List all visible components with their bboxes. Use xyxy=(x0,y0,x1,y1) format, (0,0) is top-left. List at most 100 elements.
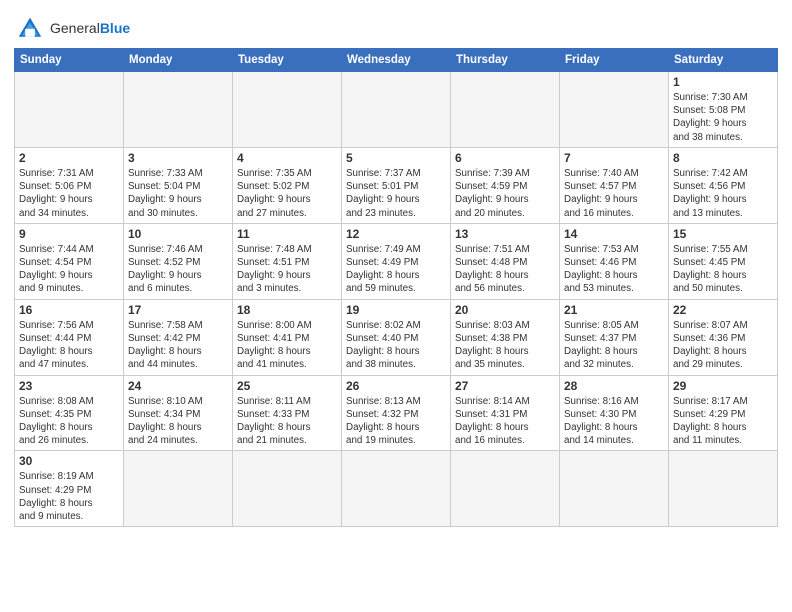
calendar-cell: 19 Sunrise: 8:02 AM Sunset: 4:40 PM Dayli… xyxy=(342,299,451,375)
day-info: Sunrise: 7:46 AM Sunset: 4:52 PM Dayligh… xyxy=(128,243,228,296)
calendar-week-row: 2 Sunrise: 7:31 AM Sunset: 5:06 PM Daylig… xyxy=(15,147,778,223)
calendar-week-row: 30Sunrise: 8:19 AM Sunset: 4:29 PM Dayli… xyxy=(15,451,778,527)
day-info: Sunrise: 7:37 AM Sunset: 5:01 PM Dayligh… xyxy=(346,167,446,220)
day-info: Sunrise: 7:40 AM Sunset: 4:57 PM Dayligh… xyxy=(564,167,664,220)
day-info: Sunrise: 7:35 AM Sunset: 5:02 PM Dayligh… xyxy=(237,167,337,220)
day-number: 30 xyxy=(19,454,119,468)
calendar-cell: 23 Sunrise: 8:08 AM Sunset: 4:35 PM Dayli… xyxy=(15,375,124,451)
weekday-monday: Monday xyxy=(124,49,233,72)
calendar-cell: 2 Sunrise: 7:31 AM Sunset: 5:06 PM Daylig… xyxy=(15,147,124,223)
calendar-week-row: 23 Sunrise: 8:08 AM Sunset: 4:35 PM Dayli… xyxy=(15,375,778,451)
calendar-cell: 9 Sunrise: 7:44 AM Sunset: 4:54 PM Daylig… xyxy=(15,223,124,299)
day-number: 25 xyxy=(237,379,337,393)
day-info: Sunrise: 7:42 AM Sunset: 4:56 PM Dayligh… xyxy=(673,167,773,220)
day-info: Sunrise: 7:53 AM Sunset: 4:46 PM Dayligh… xyxy=(564,243,664,296)
logo-text: GeneralBlue xyxy=(50,20,130,36)
day-info: Sunrise: 8:16 AM Sunset: 4:30 PM Dayligh… xyxy=(564,395,664,448)
day-number: 18 xyxy=(237,303,337,317)
weekday-wednesday: Wednesday xyxy=(342,49,451,72)
calendar-cell: 18 Sunrise: 8:00 AM Sunset: 4:41 PM Dayli… xyxy=(233,299,342,375)
day-info: Sunrise: 7:49 AM Sunset: 4:49 PM Dayligh… xyxy=(346,243,446,296)
day-info: Sunrise: 7:33 AM Sunset: 5:04 PM Dayligh… xyxy=(128,167,228,220)
calendar-cell xyxy=(342,72,451,148)
weekday-header-row: SundayMondayTuesdayWednesdayThursdayFrid… xyxy=(15,49,778,72)
calendar-cell xyxy=(560,451,669,527)
calendar-cell: 4 Sunrise: 7:35 AM Sunset: 5:02 PM Daylig… xyxy=(233,147,342,223)
weekday-thursday: Thursday xyxy=(451,49,560,72)
calendar-week-row: 16 Sunrise: 7:56 AM Sunset: 4:44 PM Dayli… xyxy=(15,299,778,375)
calendar-cell: 11Sunrise: 7:48 AM Sunset: 4:51 PM Dayli… xyxy=(233,223,342,299)
calendar-cell xyxy=(451,72,560,148)
day-number: 12 xyxy=(346,227,446,241)
day-number: 8 xyxy=(673,151,773,165)
calendar-cell: 24Sunrise: 8:10 AM Sunset: 4:34 PM Dayli… xyxy=(124,375,233,451)
calendar-cell: 28 Sunrise: 8:16 AM Sunset: 4:30 PM Dayli… xyxy=(560,375,669,451)
calendar-cell: 13Sunrise: 7:51 AM Sunset: 4:48 PM Dayli… xyxy=(451,223,560,299)
calendar-cell xyxy=(15,72,124,148)
calendar-cell: 8 Sunrise: 7:42 AM Sunset: 4:56 PM Daylig… xyxy=(669,147,778,223)
calendar-cell: 25 Sunrise: 8:11 AM Sunset: 4:33 PM Dayli… xyxy=(233,375,342,451)
day-info: Sunrise: 8:13 AM Sunset: 4:32 PM Dayligh… xyxy=(346,395,446,448)
calendar-cell: 21Sunrise: 8:05 AM Sunset: 4:37 PM Dayli… xyxy=(560,299,669,375)
calendar-cell xyxy=(124,451,233,527)
day-number: 9 xyxy=(19,227,119,241)
day-info: Sunrise: 8:11 AM Sunset: 4:33 PM Dayligh… xyxy=(237,395,337,448)
calendar-cell: 27Sunrise: 8:14 AM Sunset: 4:31 PM Dayli… xyxy=(451,375,560,451)
day-info: Sunrise: 7:31 AM Sunset: 5:06 PM Dayligh… xyxy=(19,167,119,220)
day-number: 1 xyxy=(673,75,773,89)
calendar-cell: 1 Sunrise: 7:30 AM Sunset: 5:08 PM Daylig… xyxy=(669,72,778,148)
calendar-cell: 5 Sunrise: 7:37 AM Sunset: 5:01 PM Daylig… xyxy=(342,147,451,223)
day-info: Sunrise: 7:39 AM Sunset: 4:59 PM Dayligh… xyxy=(455,167,555,220)
calendar-cell: 6 Sunrise: 7:39 AM Sunset: 4:59 PM Daylig… xyxy=(451,147,560,223)
day-info: Sunrise: 7:48 AM Sunset: 4:51 PM Dayligh… xyxy=(237,243,337,296)
calendar-cell xyxy=(560,72,669,148)
calendar-week-row: 9 Sunrise: 7:44 AM Sunset: 4:54 PM Daylig… xyxy=(15,223,778,299)
day-number: 27 xyxy=(455,379,555,393)
calendar-cell xyxy=(342,451,451,527)
day-info: Sunrise: 8:00 AM Sunset: 4:41 PM Dayligh… xyxy=(237,319,337,372)
calendar-cell xyxy=(233,72,342,148)
day-number: 4 xyxy=(237,151,337,165)
calendar-week-row: 1 Sunrise: 7:30 AM Sunset: 5:08 PM Daylig… xyxy=(15,72,778,148)
calendar-cell: 17Sunrise: 7:58 AM Sunset: 4:42 PM Dayli… xyxy=(124,299,233,375)
day-info: Sunrise: 7:55 AM Sunset: 4:45 PM Dayligh… xyxy=(673,243,773,296)
calendar-cell xyxy=(669,451,778,527)
day-info: Sunrise: 7:30 AM Sunset: 5:08 PM Dayligh… xyxy=(673,91,773,144)
calendar-cell: 3 Sunrise: 7:33 AM Sunset: 5:04 PM Daylig… xyxy=(124,147,233,223)
calendar-table: SundayMondayTuesdayWednesdayThursdayFrid… xyxy=(14,48,778,527)
day-number: 29 xyxy=(673,379,773,393)
day-number: 7 xyxy=(564,151,664,165)
logo: GeneralBlue xyxy=(14,14,130,42)
day-number: 2 xyxy=(19,151,119,165)
day-info: Sunrise: 8:02 AM Sunset: 4:40 PM Dayligh… xyxy=(346,319,446,372)
calendar-cell: 26 Sunrise: 8:13 AM Sunset: 4:32 PM Dayli… xyxy=(342,375,451,451)
weekday-tuesday: Tuesday xyxy=(233,49,342,72)
day-info: Sunrise: 8:03 AM Sunset: 4:38 PM Dayligh… xyxy=(455,319,555,372)
calendar-cell: 12 Sunrise: 7:49 AM Sunset: 4:49 PM Dayli… xyxy=(342,223,451,299)
day-number: 6 xyxy=(455,151,555,165)
weekday-saturday: Saturday xyxy=(669,49,778,72)
day-number: 26 xyxy=(346,379,446,393)
day-number: 3 xyxy=(128,151,228,165)
day-number: 5 xyxy=(346,151,446,165)
day-number: 19 xyxy=(346,303,446,317)
day-number: 10 xyxy=(128,227,228,241)
calendar-cell: 22 Sunrise: 8:07 AM Sunset: 4:36 PM Dayli… xyxy=(669,299,778,375)
day-info: Sunrise: 8:10 AM Sunset: 4:34 PM Dayligh… xyxy=(128,395,228,448)
weekday-sunday: Sunday xyxy=(15,49,124,72)
weekday-friday: Friday xyxy=(560,49,669,72)
calendar-cell xyxy=(124,72,233,148)
page-header: GeneralBlue xyxy=(14,10,778,42)
day-info: Sunrise: 8:08 AM Sunset: 4:35 PM Dayligh… xyxy=(19,395,119,448)
day-number: 16 xyxy=(19,303,119,317)
day-number: 15 xyxy=(673,227,773,241)
calendar-cell: 15 Sunrise: 7:55 AM Sunset: 4:45 PM Dayli… xyxy=(669,223,778,299)
day-info: Sunrise: 7:56 AM Sunset: 4:44 PM Dayligh… xyxy=(19,319,119,372)
day-info: Sunrise: 8:07 AM Sunset: 4:36 PM Dayligh… xyxy=(673,319,773,372)
day-info: Sunrise: 7:44 AM Sunset: 4:54 PM Dayligh… xyxy=(19,243,119,296)
logo-svg xyxy=(14,14,46,42)
day-number: 20 xyxy=(455,303,555,317)
day-number: 23 xyxy=(19,379,119,393)
day-number: 28 xyxy=(564,379,664,393)
day-number: 22 xyxy=(673,303,773,317)
